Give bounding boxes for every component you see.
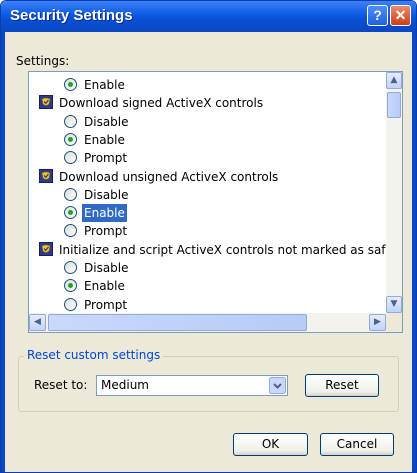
tree-category-label: Download unsigned ActiveX controls	[59, 169, 279, 184]
close-button[interactable]: ✕	[390, 5, 411, 26]
settings-tree-content: Enable Download signed ActiveX controls Di…	[29, 72, 386, 313]
radio-unchecked[interactable]	[64, 224, 77, 238]
tree-category-label: Download signed ActiveX controls	[59, 96, 264, 111]
reset-group-legend: Reset custom settings	[24, 348, 164, 362]
radio-unchecked[interactable]	[64, 151, 77, 165]
tree-option-label: Enable	[84, 78, 125, 92]
cancel-button[interactable]: Cancel	[320, 433, 394, 456]
dialog-title: Security Settings	[10, 7, 133, 24]
settings-tree[interactable]: Enable Download signed ActiveX controls Di…	[28, 71, 403, 333]
radio-unchecked[interactable]	[64, 297, 77, 311]
scroll-down-button[interactable]: ▼	[386, 296, 402, 313]
radio-checked[interactable]	[64, 78, 77, 91]
radio-checked[interactable]	[64, 132, 77, 146]
tree-option-label: Disable	[84, 261, 129, 275]
scroll-right-button[interactable]: ▶	[369, 314, 386, 331]
activex-shield-icon	[39, 95, 53, 110]
activex-shield-icon	[39, 168, 53, 183]
radio-unchecked[interactable]	[64, 187, 77, 201]
help-button[interactable]: ?	[367, 5, 388, 26]
ok-button[interactable]: OK	[233, 433, 308, 456]
title-bar[interactable]: Security Settings ? ✕	[1, 1, 416, 32]
tree-option-label: Enable	[84, 279, 125, 294]
radio-unchecked[interactable]	[64, 261, 77, 274]
tree-option-label: Enable	[84, 132, 125, 147]
tree-option-label: Disable	[84, 187, 129, 202]
tree-option-label: Disable	[84, 114, 129, 129]
vertical-scrollbar[interactable]: ▲ ▼	[386, 72, 402, 313]
tree-option-label: Prompt	[84, 297, 128, 312]
window-border-right	[412, 32, 416, 472]
tree-option-label: Prompt	[84, 224, 128, 239]
radio-unchecked[interactable]	[64, 114, 77, 128]
radio-checked[interactable]	[64, 206, 77, 220]
reset-to-label: Reset to:	[34, 378, 88, 392]
reset-button[interactable]: Reset	[305, 374, 379, 397]
chevron-down-icon[interactable]	[269, 377, 286, 394]
dialog-body: Settings: Enable Download signed ActiveX …	[5, 32, 412, 472]
radio-checked[interactable]	[64, 279, 77, 293]
tree-option-label: Prompt	[84, 151, 128, 166]
tree-category-label: Initialize and script ActiveX controls n…	[59, 242, 386, 257]
vertical-scroll-thumb[interactable]	[387, 92, 401, 118]
activex-shield-icon	[39, 241, 53, 256]
horizontal-scroll-thumb[interactable]	[48, 314, 307, 331]
horizontal-scrollbar[interactable]: ◀ ▶	[29, 313, 386, 332]
reset-level-value: Medium	[101, 378, 149, 392]
reset-level-select[interactable]: Medium	[96, 375, 288, 396]
tree-option-label: Enable	[82, 204, 127, 223]
scrollbar-corner	[386, 313, 402, 332]
scroll-left-button[interactable]: ◀	[29, 314, 46, 331]
security-settings-dialog: Security Settings ? ✕ Settings: Enable Do…	[0, 0, 417, 473]
settings-label: Settings:	[16, 54, 70, 68]
scroll-up-button[interactable]: ▲	[386, 72, 402, 89]
